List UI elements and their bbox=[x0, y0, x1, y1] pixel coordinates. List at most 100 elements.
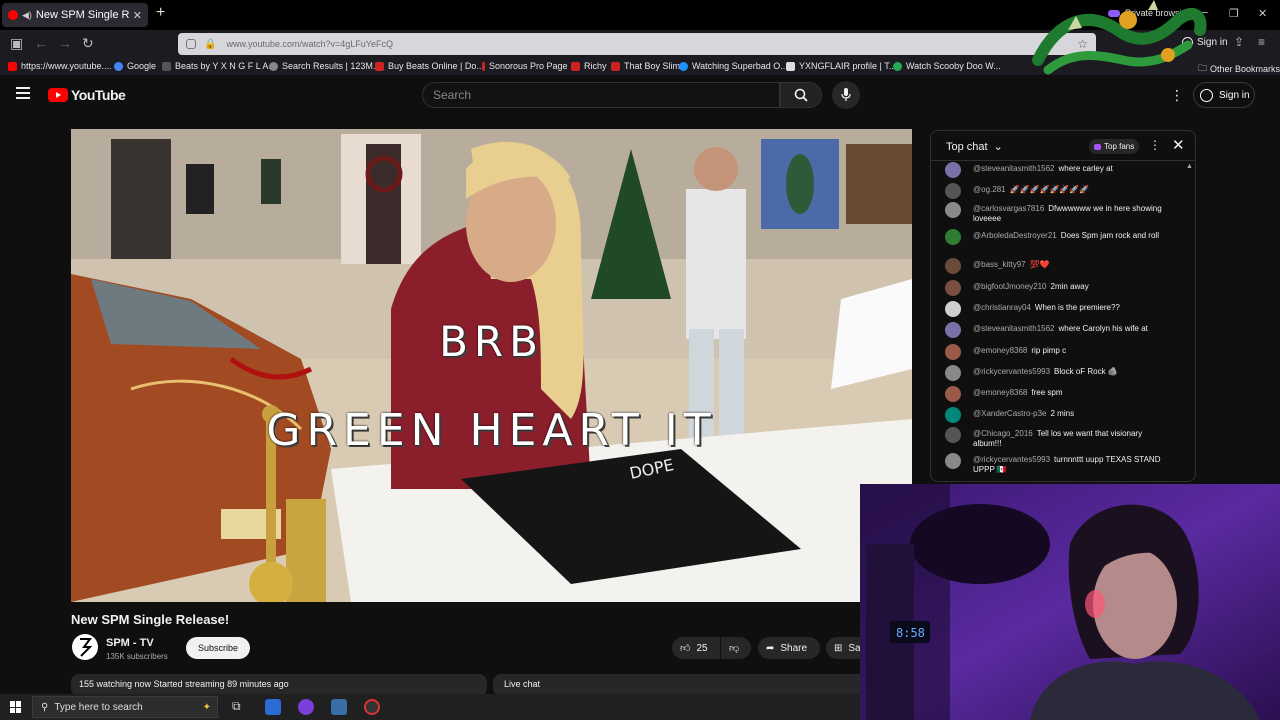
chat-avatar bbox=[945, 202, 961, 218]
voice-search-button[interactable] bbox=[832, 81, 860, 109]
search-button[interactable] bbox=[780, 82, 822, 108]
search-input[interactable]: Search bbox=[422, 82, 780, 108]
bookmark-item[interactable]: Watching Superbad O... bbox=[679, 61, 788, 71]
private-browsing-label: Private browsing bbox=[1125, 8, 1192, 18]
bookmark-favicon-icon bbox=[571, 61, 580, 71]
bookmark-item[interactable]: Search Results | 123M... bbox=[269, 61, 380, 71]
browser-tab[interactable]: ◀) New SPM Single Release - ✕ bbox=[2, 3, 148, 27]
taskbar-search-input[interactable]: ⚲ Type here to search ✦ bbox=[32, 696, 218, 718]
description-meta: 155 watching now Started streaming 89 mi… bbox=[79, 679, 289, 689]
channel-logo-icon bbox=[80, 638, 92, 657]
chat-avatar bbox=[945, 229, 961, 245]
video-player[interactable]: DOPE BRB GREEN HEART IT bbox=[71, 129, 912, 602]
tab-title: New SPM Single Release - bbox=[35, 9, 129, 21]
close-tab-icon[interactable]: ✕ bbox=[133, 9, 142, 22]
forward-icon[interactable]: → bbox=[58, 35, 72, 51]
thumbs-down-icon: 👎︎ bbox=[729, 643, 740, 654]
youtube-logo[interactable]: YouTube bbox=[48, 87, 126, 103]
restore-icon[interactable]: ❐ bbox=[1229, 7, 1239, 20]
menu-icon[interactable]: ≡ bbox=[1258, 35, 1265, 49]
chat-avatar bbox=[945, 322, 961, 338]
chat-avatar bbox=[945, 344, 961, 360]
top-fans-chip[interactable]: Top fans bbox=[1089, 139, 1140, 154]
youtube-favicon-icon bbox=[8, 10, 18, 20]
bookmark-item[interactable]: https://www.youtube.... bbox=[8, 61, 112, 71]
browser-account-button[interactable]: Sign in bbox=[1182, 37, 1228, 48]
top-fans-icon bbox=[1094, 143, 1101, 150]
share-button[interactable]: ➦ Share bbox=[758, 637, 820, 659]
url-bar[interactable]: 🔒 www.youtube.com/watch?v=4gLFuYeFcQ ☆ bbox=[178, 33, 1096, 55]
chat-more-icon[interactable]: ⋮ bbox=[1149, 138, 1161, 152]
globe-icon bbox=[269, 61, 278, 71]
close-window-icon[interactable]: ✕ bbox=[1258, 7, 1267, 20]
speaker-icon[interactable]: ◀) bbox=[22, 10, 32, 21]
new-tab-button[interactable]: + bbox=[156, 4, 165, 22]
like-button[interactable]: 👍︎ 25 bbox=[672, 637, 720, 659]
chat-avatar bbox=[945, 407, 961, 423]
bookmark-favicon-icon bbox=[679, 61, 688, 71]
account-icon bbox=[1200, 88, 1213, 102]
channel-name[interactable]: SPM - TV bbox=[106, 637, 154, 649]
search-placeholder: Search bbox=[433, 88, 472, 102]
channel-avatar[interactable] bbox=[72, 634, 98, 660]
close-chat-icon[interactable]: ✕ bbox=[1172, 136, 1185, 154]
obs-icon[interactable] bbox=[364, 699, 380, 715]
url-text[interactable]: www.youtube.com/watch?v=4gLFuYeFcQ bbox=[226, 39, 393, 49]
guide-menu-icon[interactable] bbox=[16, 87, 30, 102]
thumbs-up-icon: 👍︎ bbox=[680, 643, 691, 654]
bookmarks-bar: https://www.youtube.... Google Beats by … bbox=[0, 58, 1280, 75]
account-icon bbox=[1182, 37, 1193, 48]
settings-kebab-icon[interactable]: ⋮ bbox=[1170, 87, 1184, 104]
live-chat-header[interactable]: Live chat bbox=[493, 674, 873, 696]
lock-icon: 🔒 bbox=[204, 38, 217, 50]
bookmark-favicon-icon bbox=[611, 61, 620, 71]
bookmark-item[interactable]: That Boy Slim bbox=[611, 61, 680, 71]
extensions-icon[interactable]: ⇪ bbox=[1234, 35, 1244, 49]
bookmark-item[interactable]: Buy Beats Online | Do... bbox=[375, 61, 484, 71]
save-playlist-icon: ⊞ bbox=[834, 642, 843, 654]
windows-taskbar: ⚲ Type here to search ✦ ⧉ bbox=[0, 694, 860, 720]
store-icon[interactable] bbox=[265, 699, 281, 715]
video-description[interactable]: 155 watching now Started streaming 89 mi… bbox=[71, 674, 487, 696]
chat-avatar bbox=[945, 301, 961, 317]
back-icon[interactable]: ← bbox=[34, 35, 48, 51]
bookmark-favicon-icon bbox=[375, 61, 384, 71]
share-icon: ➦ bbox=[766, 642, 775, 654]
dislike-button[interactable]: 👎︎ bbox=[721, 637, 751, 659]
sidebar-toggle-icon[interactable]: ▣ bbox=[10, 35, 23, 52]
bookmark-star-icon[interactable]: ☆ bbox=[1077, 37, 1088, 51]
chat-header: Top chat ⌄ Top fans ⋮ ✕ bbox=[931, 131, 1195, 161]
webcam-overlay: 8:58 bbox=[860, 484, 1280, 720]
google-icon bbox=[114, 61, 123, 71]
task-view-icon[interactable]: ⧉ bbox=[232, 699, 248, 715]
bookmark-item[interactable]: Beats by Y X N G F L A... bbox=[162, 61, 276, 71]
windows-start-icon[interactable] bbox=[10, 701, 22, 713]
bookmark-item[interactable]: Watch Scooby Doo W... bbox=[893, 61, 1001, 71]
private-browser-icon[interactable] bbox=[298, 699, 314, 715]
browser-nav-bar: ▣ ← → ↻ 🔒 www.youtube.com/watch?v=4gLFuY… bbox=[0, 30, 1280, 58]
chat-scroll-up-icon[interactable]: ▲ bbox=[1186, 163, 1193, 170]
chat-avatar bbox=[945, 258, 961, 274]
video-title: New SPM Single Release! bbox=[71, 612, 230, 627]
bookmark-item[interactable]: Google bbox=[114, 61, 156, 71]
private-browsing-indicator: Private browsing bbox=[1108, 8, 1192, 18]
subscribe-button[interactable]: Subscribe bbox=[186, 637, 250, 659]
youtube-header: YouTube Search ⋮ Sign in bbox=[0, 75, 1280, 115]
microphone-icon bbox=[841, 88, 851, 101]
browser-sign-in-label: Sign in bbox=[1197, 37, 1228, 48]
bookmark-favicon-icon bbox=[162, 61, 171, 71]
like-count: 25 bbox=[696, 642, 708, 654]
bookmark-favicon-icon bbox=[8, 61, 17, 71]
reload-icon[interactable]: ↻ bbox=[82, 35, 94, 52]
chat-mode-dropdown[interactable]: Top chat ⌄ bbox=[946, 140, 1003, 153]
bookmark-item[interactable]: Sonorous Pro Page bbox=[482, 61, 568, 71]
webcam-frame: 8:58 bbox=[860, 484, 1280, 720]
chat-avatar bbox=[945, 280, 961, 296]
bookmark-item[interactable]: Richy bbox=[571, 61, 607, 71]
monitor-app-icon[interactable] bbox=[331, 699, 347, 715]
private-mask-icon bbox=[1108, 9, 1120, 17]
bookmark-item[interactable]: YXNGFLAIR profile | T... bbox=[786, 61, 896, 71]
youtube-sign-in-button[interactable]: Sign in bbox=[1193, 82, 1255, 108]
minimize-icon[interactable]: ─ bbox=[1200, 7, 1208, 19]
save-button[interactable]: ⊞ Sa bbox=[826, 637, 861, 659]
